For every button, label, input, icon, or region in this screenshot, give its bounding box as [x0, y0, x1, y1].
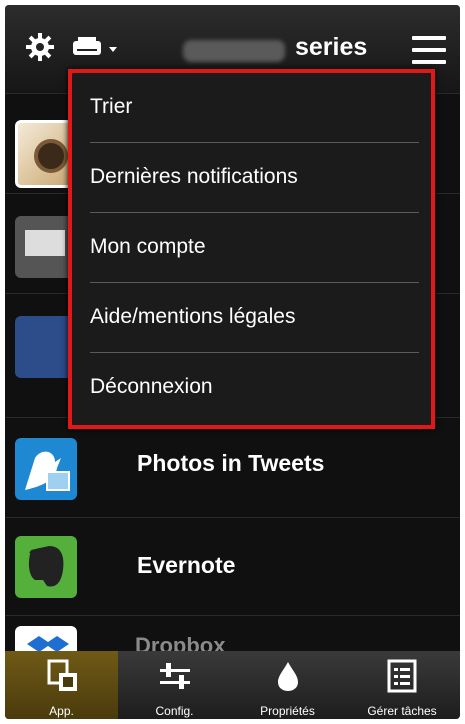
hamburger-menu-icon[interactable] [412, 36, 446, 64]
checklist-icon [387, 659, 417, 693]
menu-item-logout[interactable]: Déconnexion [72, 353, 431, 423]
menu-item-label: Trier [90, 95, 133, 118]
menu-item-help-legal[interactable]: Aide/mentions légales [72, 283, 431, 353]
menu-item-label: Dernières notifications [90, 165, 298, 188]
tab-label: Propriétés [260, 704, 315, 718]
bottom-tab-bar: App. Config. Propriétés Gérer tâches [5, 651, 460, 719]
series-label: series [295, 33, 368, 61]
menu-item-label: Déconnexion [90, 375, 213, 398]
tab-properties[interactable]: Propriétés [231, 651, 344, 719]
gear-icon[interactable] [24, 31, 56, 63]
app-screen: series Photos in Tweets Evernote Dropbox… [5, 5, 460, 719]
tab-manage-tasks[interactable]: Gérer tâches [344, 651, 460, 719]
menu-item-label: Aide/mentions légales [90, 305, 296, 328]
bird-photo-icon [15, 438, 77, 500]
printer-model-name [183, 40, 285, 62]
tab-config[interactable]: Config. [118, 651, 231, 719]
list-item[interactable]: Photos in Tweets [5, 417, 460, 518]
app-icon [47, 659, 77, 691]
menu-item-label: Mon compte [90, 235, 206, 258]
tab-label: Gérer tâches [367, 704, 437, 718]
menu-item-my-account[interactable]: Mon compte [72, 213, 431, 283]
sliders-icon [159, 663, 190, 689]
dropdown-menu: Trier Dernières notifications Mon compte… [68, 69, 435, 429]
tab-label: Config. [155, 704, 194, 718]
printer-icon[interactable] [71, 35, 119, 61]
list-item[interactable]: Evernote [5, 517, 460, 618]
menu-item-latest-notifications[interactable]: Dernières notifications [72, 143, 431, 213]
menu-item-sort[interactable]: Trier [72, 73, 431, 143]
app-name: Evernote [137, 552, 236, 578]
evernote-elephant-icon [15, 536, 77, 598]
tab-app[interactable]: App. [5, 651, 118, 719]
app-name: Photos in Tweets [137, 450, 325, 476]
ink-drop-icon [277, 662, 298, 691]
tab-label: App. [49, 704, 74, 718]
